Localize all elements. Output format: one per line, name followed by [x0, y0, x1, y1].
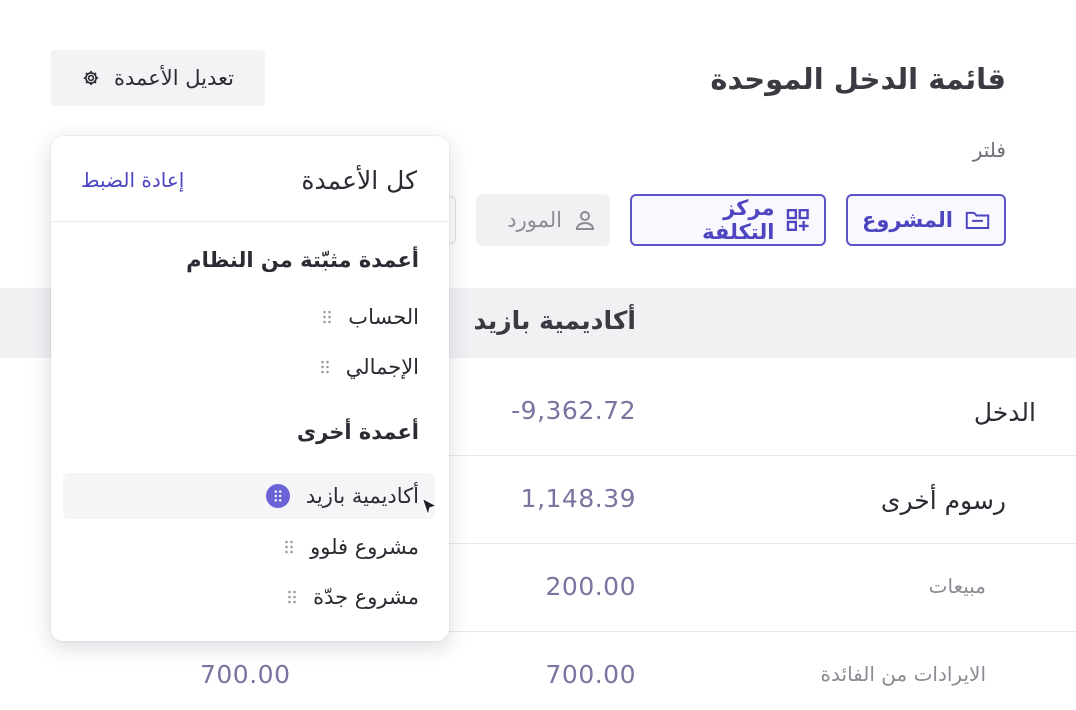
drag-handle-icon[interactable] — [287, 589, 297, 605]
column-item-label: مشروع فلوو — [310, 535, 419, 559]
fixed-columns-section-title: أعمدة مثبّتة من النظام — [186, 248, 419, 272]
filter-chip-project-label: المشروع — [862, 208, 953, 232]
page-title: قائمة الدخل الموحدة — [710, 62, 1006, 96]
column-item[interactable]: مشروع فلوو — [79, 524, 419, 570]
column-item[interactable]: الإجمالي — [79, 344, 419, 390]
folder-icon — [965, 211, 990, 230]
filter-chip-supplier-label: المورد — [507, 208, 562, 232]
columns-panel: كل الأعمدة إعادة الضبط أعمدة مثبّتة من ا… — [51, 136, 449, 641]
other-columns-section-title: أعمدة أخرى — [296, 420, 419, 444]
column-item[interactable]: مشروع جدّة — [79, 574, 419, 620]
grid-plus-icon — [787, 209, 810, 231]
column-item-label: الحساب — [348, 305, 419, 329]
mouse-cursor-icon — [421, 497, 438, 517]
row-label: الدخل — [973, 398, 1036, 427]
drag-handle-icon[interactable] — [322, 309, 332, 325]
filter-label: فلتر — [972, 138, 1006, 162]
filter-chip-supplier[interactable]: المورد — [476, 194, 610, 246]
edit-columns-label: تعديل الأعمدة — [114, 66, 234, 90]
row-divider — [440, 543, 1076, 544]
row-label: الايرادات من الفائدة — [820, 662, 986, 686]
row-label: رسوم أخرى — [880, 486, 1006, 515]
column-item-label: أكاديمية بازيد — [305, 484, 419, 508]
row-value: 700.00 — [545, 660, 636, 689]
panel-title: كل الأعمدة — [301, 166, 417, 195]
row-divider — [440, 631, 1076, 632]
gear-icon — [83, 70, 99, 86]
panel-divider — [51, 221, 449, 222]
reset-button[interactable]: إعادة الضبط — [81, 168, 184, 192]
drag-handle-icon[interactable] — [284, 539, 294, 555]
column-item-label: الإجمالي — [345, 355, 419, 379]
row-value: 1,148.39 — [520, 484, 636, 513]
column-item[interactable]: الحساب — [79, 294, 419, 340]
user-icon — [575, 211, 595, 230]
row-divider — [440, 455, 1076, 456]
row-value: 200.00 — [545, 572, 636, 601]
row-label: مبيعات — [928, 574, 986, 598]
column-item-label: مشروع جدّة — [313, 585, 419, 609]
drag-handle-icon[interactable] — [320, 359, 330, 375]
drag-handle-icon[interactable] — [265, 484, 290, 508]
filter-chip-cost-center[interactable]: مركز التكلفة — [630, 194, 826, 246]
filter-chip-cost-center-label: مركز التكلفة — [702, 196, 775, 244]
row-value: -9,362.72 — [511, 396, 636, 425]
edit-columns-button[interactable]: تعديل الأعمدة — [51, 50, 265, 106]
filter-chip-project[interactable]: المشروع — [846, 194, 1006, 246]
column-item[interactable]: أكاديمية بازيد — [63, 473, 435, 519]
column-header[interactable]: أكاديمية بازيد — [473, 306, 636, 335]
row-value-secondary: 700.00 — [200, 660, 291, 689]
